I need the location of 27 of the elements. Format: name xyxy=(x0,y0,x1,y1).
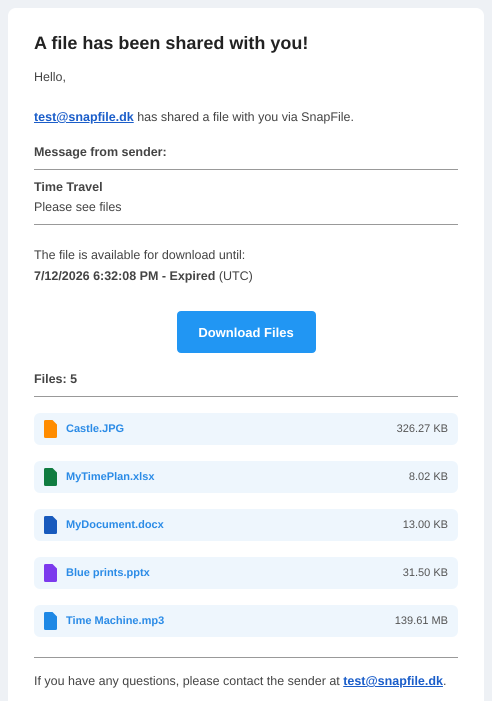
greeting-text: Hello, xyxy=(34,69,67,86)
file-row[interactable]: Castle.JPG 326.27 KB xyxy=(34,413,458,445)
expiry-date: 7/12/2026 6:32:08 PM - Expired (UTC) xyxy=(34,268,254,285)
share-sentence: test@snapfile.dk has shared a file with you via SnapFile. xyxy=(34,109,355,126)
message-label: Message from sender: xyxy=(34,144,168,161)
file-size: 31.50 KB xyxy=(402,567,448,579)
file-size: 8.02 KB xyxy=(408,471,448,483)
sender-email-link[interactable]: test@snapfile.dk xyxy=(34,110,134,124)
file-name: MyDocument.docx xyxy=(66,519,164,531)
file-size: 13.00 KB xyxy=(402,519,448,531)
email-title: A file has been shared with you! xyxy=(34,32,310,54)
file-row[interactable]: Time Machine.mp3 139.61 MB xyxy=(34,605,458,637)
file-row[interactable]: MyDocument.docx 13.00 KB xyxy=(34,509,458,541)
file-name: MyTimePlan.xlsx xyxy=(66,471,154,483)
file-name: Castle.JPG xyxy=(66,423,124,435)
footer-sentence: If you have any questions, please contact the sender at test@snapfile.dk. xyxy=(34,673,448,690)
file-row[interactable]: Blue prints.pptx 31.50 KB xyxy=(34,557,458,589)
file-size: 139.61 MB xyxy=(394,615,448,627)
file-size: 326.27 KB xyxy=(396,423,448,435)
message-body: Please see files xyxy=(34,199,123,216)
sender-email-link[interactable]: test@snapfile.dk xyxy=(343,674,443,688)
files-count: Files: 5 xyxy=(34,371,78,388)
file-row[interactable]: MyTimePlan.xlsx 8.02 KB xyxy=(34,461,458,493)
file-name: Time Machine.mp3 xyxy=(66,615,164,627)
availability-text: The file is available for download until: xyxy=(34,247,246,264)
file-name: Blue prints.pptx xyxy=(66,567,150,579)
message-subject: Time Travel xyxy=(34,179,104,196)
